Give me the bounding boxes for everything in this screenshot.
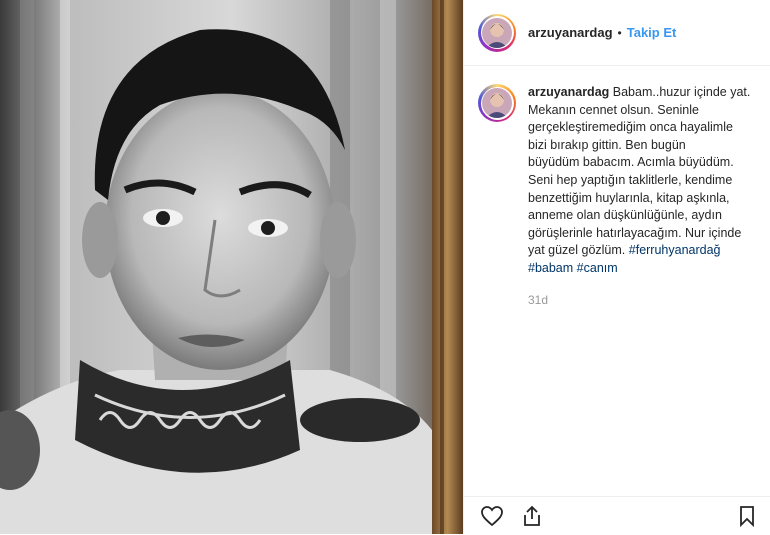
bookmark-icon <box>740 506 754 528</box>
share-button[interactable] <box>519 503 545 529</box>
caption-line: görüşlerinle hatırlayacağım. Nur içinde <box>528 225 742 240</box>
post-header: arzuyanardag • Takip Et <box>464 0 770 66</box>
post-timestamp[interactable]: 31d <box>528 292 770 310</box>
like-button[interactable] <box>479 503 505 529</box>
caption-line: benzettiğim huylarınla, kitap aşkınla, <box>528 190 730 205</box>
share-icon <box>524 505 540 526</box>
caption-line: Babam..huzur içinde yat. <box>612 85 751 99</box>
hashtag-link[interactable]: #ferruhyanardağ <box>629 243 721 257</box>
caption-line: anneme olan düşkünlüğünle, aydın <box>528 208 722 223</box>
avatar[interactable] <box>478 13 516 52</box>
post-details-panel: arzuyanardag • Takip Et arzuyanardag Bab… <box>463 0 770 534</box>
follow-button[interactable]: Takip Et <box>627 25 677 40</box>
caption-line: Mekanın cennet olsun. Seninle <box>528 102 699 117</box>
action-bar <box>464 496 770 535</box>
caption-comment: arzuyanardag Babam..huzur içinde yat. Me… <box>464 66 770 309</box>
username-link[interactable]: arzuyanardag <box>528 25 613 40</box>
caption-avatar[interactable] <box>478 84 516 122</box>
avatar-image <box>482 88 512 118</box>
heart-icon <box>481 506 503 527</box>
portrait-photo <box>0 0 463 534</box>
avatar-image <box>482 17 512 48</box>
caption-text: arzuyanardag Babam..huzur içinde yat. Me… <box>528 84 770 309</box>
caption-line: yat güzel gözlüm. <box>528 243 626 258</box>
caption-line: gerçekleştiremediğim onca hayalimle <box>528 120 733 135</box>
caption-username[interactable]: arzuyanardag <box>528 85 609 99</box>
hashtag-link[interactable]: #babam <box>528 261 573 275</box>
caption-line: Seni hep yaptığın taklitlerle, kendime <box>528 172 733 187</box>
post-photo[interactable] <box>0 0 463 534</box>
save-button[interactable] <box>734 503 760 529</box>
hashtag-link[interactable]: #canım <box>577 261 618 275</box>
caption-line: büyüdüm babacım. Acımla büyüdüm. <box>528 155 734 170</box>
caption-line: bizi bırakıp gittin. Ben bugün <box>528 137 686 152</box>
separator-dot: • <box>617 25 622 40</box>
